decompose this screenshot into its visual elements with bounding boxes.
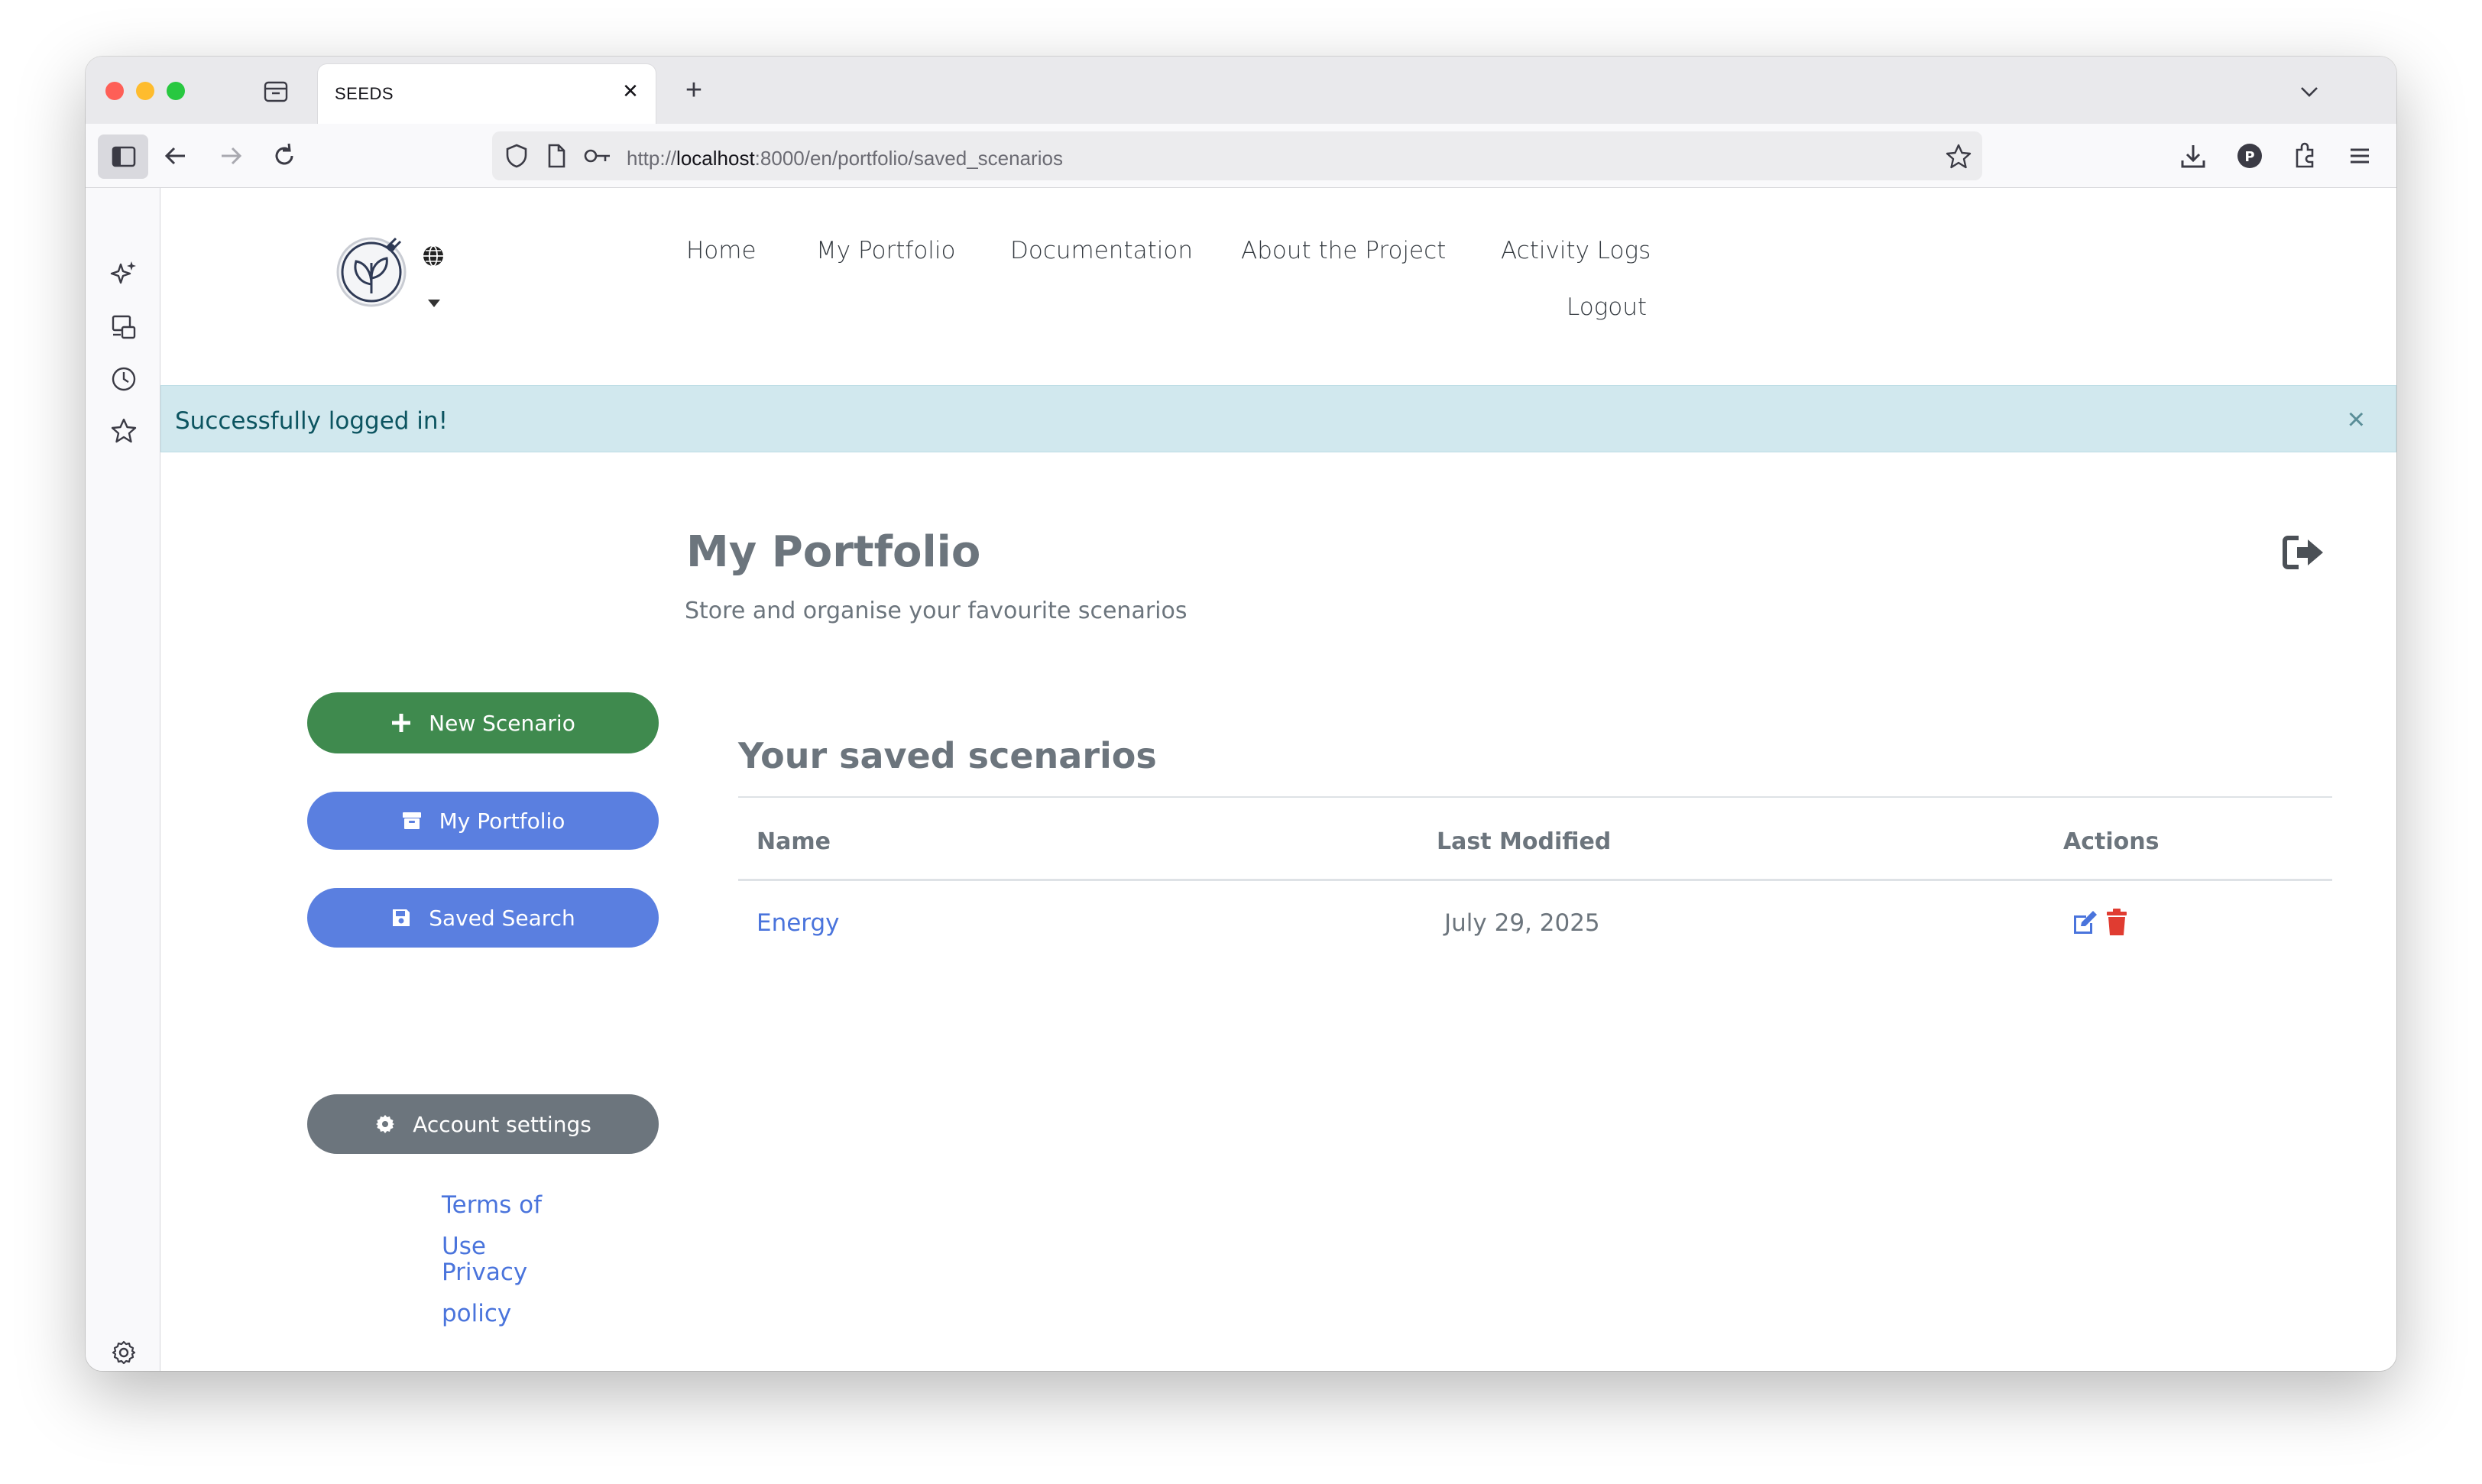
alert-message: Successfully logged in! bbox=[175, 407, 448, 435]
maximize-window-button[interactable] bbox=[167, 82, 185, 100]
nav-my-portfolio[interactable]: My Portfolio bbox=[816, 237, 955, 264]
minimize-window-button[interactable] bbox=[136, 82, 154, 100]
active-tab[interactable]: SEEDS ✕ bbox=[318, 64, 656, 124]
browser-window: SEEDS ✕ + http://localhost:8000/en/portf… bbox=[86, 57, 2396, 1371]
scenario-name-link[interactable]: Energy bbox=[757, 909, 840, 937]
sidebar-icon bbox=[112, 146, 136, 167]
svg-text:P: P bbox=[2244, 149, 2254, 165]
sign-out-icon[interactable] bbox=[2282, 533, 2328, 572]
edit-icon[interactable] bbox=[2071, 909, 2100, 937]
privacy-policy-link[interactable]: Privacy policy bbox=[442, 1252, 564, 1334]
privacy-line-1: Privacy bbox=[442, 1259, 528, 1286]
nav-documentation[interactable]: Documentation bbox=[1010, 237, 1193, 264]
terms-line-1: Terms of bbox=[442, 1191, 543, 1219]
close-window-button[interactable] bbox=[105, 82, 124, 100]
archive-icon bbox=[402, 812, 421, 829]
account-settings-button[interactable]: Account settings bbox=[307, 1094, 659, 1154]
language-dropdown-caret-icon[interactable] bbox=[428, 300, 440, 307]
browser-toolbar: http://localhost:8000/en/portfolio/saved… bbox=[86, 124, 2396, 188]
page-title: My Portfolio bbox=[686, 527, 981, 577]
download-icon[interactable] bbox=[2176, 139, 2210, 173]
url-path: :8000/en/portfolio/saved_scenarios bbox=[754, 147, 1063, 170]
seeds-logo-icon[interactable] bbox=[333, 231, 413, 310]
column-header-last-modified[interactable]: Last Modified bbox=[1437, 828, 1611, 855]
nav-logout[interactable]: Logout bbox=[1567, 293, 1647, 321]
success-alert: Successfully logged in! × bbox=[160, 385, 2396, 452]
saved-search-button[interactable]: Saved Search bbox=[307, 888, 659, 948]
extensions-icon[interactable] bbox=[2288, 139, 2322, 173]
saved-scenarios-title: Your saved scenarios bbox=[738, 735, 1157, 776]
bookmarks-star-icon[interactable] bbox=[109, 416, 139, 446]
shield-icon[interactable] bbox=[503, 142, 530, 170]
url-host: localhost bbox=[676, 147, 755, 170]
page-subtitle: Store and organise your favourite scenar… bbox=[685, 598, 1188, 624]
history-clock-icon[interactable] bbox=[109, 364, 139, 394]
account-settings-label: Account settings bbox=[413, 1111, 591, 1137]
tab-strip: SEEDS ✕ + bbox=[86, 57, 2396, 124]
new-scenario-button[interactable]: New Scenario bbox=[307, 692, 659, 753]
sidebar-toggle-button[interactable] bbox=[98, 134, 148, 179]
new-scenario-label: New Scenario bbox=[429, 710, 575, 736]
section-divider bbox=[738, 796, 2332, 798]
web-page: Home My Portfolio Documentation About th… bbox=[160, 188, 2396, 1371]
url-scheme: http:// bbox=[627, 147, 677, 170]
synced-tabs-icon[interactable] bbox=[109, 312, 139, 342]
nav-activity-logs[interactable]: Activity Logs bbox=[1501, 237, 1651, 264]
nav-about-project[interactable]: About the Project bbox=[1241, 237, 1446, 264]
column-header-actions: Actions bbox=[2063, 828, 2160, 855]
alert-close-icon[interactable]: × bbox=[2348, 404, 2365, 435]
trash-icon[interactable] bbox=[2105, 908, 2129, 937]
my-portfolio-button[interactable]: My Portfolio bbox=[307, 792, 659, 850]
plus-icon bbox=[392, 714, 411, 732]
reload-icon[interactable] bbox=[267, 139, 301, 173]
gear-icon bbox=[376, 1115, 395, 1133]
nav-home[interactable]: Home bbox=[686, 237, 757, 264]
column-header-name[interactable]: Name bbox=[757, 828, 831, 855]
page-icon[interactable] bbox=[543, 142, 570, 170]
menu-icon[interactable] bbox=[2343, 139, 2377, 173]
chevron-down-icon[interactable] bbox=[2296, 78, 2323, 105]
url-bar[interactable]: http://localhost:8000/en/portfolio/saved… bbox=[492, 131, 1982, 180]
tab-overview-icon[interactable] bbox=[263, 79, 289, 104]
new-tab-icon[interactable]: + bbox=[679, 75, 709, 105]
globe-icon[interactable] bbox=[422, 245, 445, 267]
sidebar-settings-icon[interactable] bbox=[109, 1337, 139, 1368]
forward-arrow-icon[interactable] bbox=[214, 139, 248, 173]
account-icon[interactable]: P bbox=[2233, 139, 2267, 173]
back-arrow-icon[interactable] bbox=[159, 139, 193, 173]
browser-sidebar bbox=[86, 188, 160, 1371]
close-tab-icon[interactable]: ✕ bbox=[619, 79, 642, 102]
saved-search-label: Saved Search bbox=[429, 905, 575, 931]
scenario-modified-date: July 29, 2025 bbox=[1444, 909, 1600, 937]
floppy-disk-icon bbox=[393, 909, 410, 926]
key-icon[interactable] bbox=[582, 142, 613, 170]
ai-sparkle-icon[interactable] bbox=[109, 258, 139, 289]
my-portfolio-label: My Portfolio bbox=[439, 808, 565, 834]
url-text[interactable]: http://localhost:8000/en/portfolio/saved… bbox=[627, 147, 1063, 170]
tab-title: SEEDS bbox=[335, 84, 394, 103]
bookmark-star-icon[interactable] bbox=[1944, 142, 1973, 171]
privacy-line-2: policy bbox=[442, 1300, 512, 1327]
table-header-divider bbox=[738, 879, 2332, 881]
